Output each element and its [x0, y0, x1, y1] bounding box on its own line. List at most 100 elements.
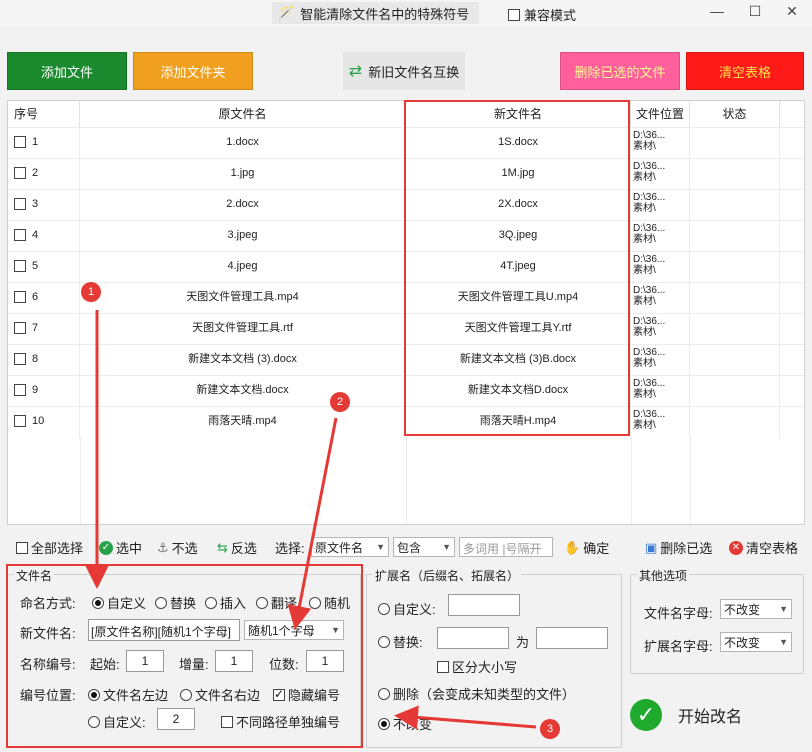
index-cell: 6	[8, 283, 80, 314]
mode-random-radio[interactable]: 随机	[309, 593, 350, 612]
index-cell: 4	[8, 221, 80, 252]
case-sensitive-checkbox[interactable]: 区分大小写	[437, 657, 517, 676]
new-name-cell: 2X.docx	[406, 190, 631, 221]
row-checkbox[interactable]	[14, 353, 26, 365]
add-file-button[interactable]: 添加文件	[7, 52, 127, 90]
new-name-input[interactable]: [原文件名称][随机1个字母]	[88, 619, 240, 641]
ext-custom-radio[interactable]: 自定义:	[378, 599, 436, 618]
magic-wand-icon: 🪄	[278, 5, 295, 20]
delete-selected-files-button[interactable]: 删除已选的文件	[560, 52, 680, 90]
table-row[interactable]: 9 新建文本文档.docx 新建文本文档D.docx D:\36... 素材\	[8, 375, 804, 407]
filename-case-select[interactable]: 不改变 ▼	[720, 599, 792, 619]
delete-selected-button[interactable]: ▣ 删除已选	[645, 538, 712, 557]
ext-replace-to-input[interactable]	[536, 627, 608, 649]
table-row[interactable]: 5 4.jpeg 4T.jpeg D:\36... 素材\	[8, 251, 804, 283]
table-row[interactable]: 3 2.docx 2X.docx D:\36... 素材\	[8, 189, 804, 221]
table-row[interactable]: 4 3.jpeg 3Q.jpeg D:\36... 素材\	[8, 220, 804, 252]
new-name-label: 新文件名:	[20, 626, 76, 641]
row-checkbox[interactable]	[14, 415, 26, 427]
unselect-button[interactable]: ⚓ 不选	[157, 538, 198, 557]
original-name-cell: 天图文件管理工具.mp4	[80, 283, 406, 314]
match-select[interactable]: 包含 ▼	[393, 537, 455, 557]
row-checkbox[interactable]	[14, 260, 26, 272]
keyword-input[interactable]: 多词用 |号隔开	[459, 537, 553, 557]
index-cell: 2	[8, 159, 80, 190]
position-right-radio[interactable]: 文件名右边	[180, 685, 260, 704]
invert-button[interactable]: ⇆ 反选	[217, 538, 257, 557]
row-checkbox[interactable]	[14, 136, 26, 148]
table-row[interactable]: 7 天图文件管理工具.rtf 天图文件管理工具Y.rtf D:\36... 素材\	[8, 313, 804, 345]
ext-delete-radio[interactable]: 删除（会变成未知类型的文件）	[378, 684, 575, 703]
ext-unchanged-radio[interactable]: 不改变	[378, 714, 432, 733]
window-delete-icon: ▣	[645, 539, 658, 555]
separate-path-checkbox[interactable]: 不同路径单独编号	[221, 712, 340, 731]
ext-case-select[interactable]: 不改变 ▼	[720, 632, 792, 652]
index-cell: 7	[8, 314, 80, 345]
table-row[interactable]: 1 1.docx 1S.docx D:\36... 素材\	[8, 127, 804, 159]
status-cell	[690, 221, 780, 252]
row-checkbox[interactable]	[14, 291, 26, 303]
row-number: 6	[32, 291, 39, 303]
new-name-rule-select[interactable]: 随机1个字母 ▼	[244, 620, 344, 640]
table-header: 序号 原文件名 新文件名 文件位置 状态	[8, 101, 804, 127]
file-table[interactable]: 序号 原文件名 新文件名 文件位置 状态 1 1.docx 1S.docx D:\36…	[7, 100, 805, 525]
app-title-area: 🪄 智能清除文件名中的特殊符号	[272, 2, 480, 24]
original-name-cell: 2.docx	[80, 190, 406, 221]
header-location[interactable]: 文件位置	[631, 101, 690, 127]
clear-table-button[interactable]: 清空表格	[686, 52, 804, 90]
status-cell	[690, 252, 780, 283]
location-cell: D:\36... 素材\	[631, 376, 690, 407]
chevron-down-icon: ▼	[376, 542, 385, 552]
header-index[interactable]: 序号	[8, 101, 80, 127]
checkbox-icon	[508, 8, 520, 21]
mode-insert-radio[interactable]: 插入	[205, 593, 246, 612]
maximize-icon[interactable]: ☐	[745, 3, 765, 20]
row-checkbox[interactable]	[14, 322, 26, 334]
field-select[interactable]: 原文件名 ▼	[311, 537, 389, 557]
row-checkbox[interactable]	[14, 167, 26, 179]
table-row[interactable]: 6 天图文件管理工具.mp4 天图文件管理工具U.mp4 D:\36... 素材\	[8, 282, 804, 314]
digits-input[interactable]: 1	[306, 650, 344, 672]
confirm-button[interactable]: ✋ 确定	[564, 538, 609, 557]
row-checkbox[interactable]	[14, 198, 26, 210]
row-checkbox[interactable]	[14, 384, 26, 396]
radio-icon	[155, 596, 167, 609]
radio-icon	[180, 688, 192, 701]
custom-position-input[interactable]: 2	[157, 708, 195, 730]
header-status[interactable]: 状态	[690, 101, 780, 127]
start-rename-button[interactable]: ✓ 开始改名	[630, 695, 790, 735]
clear-table-small-button[interactable]: ✕ 清空表格	[729, 538, 798, 557]
anchor-icon: ⚓	[157, 539, 169, 555]
position-custom-radio[interactable]: 自定义:	[88, 712, 146, 731]
mode-replace-radio[interactable]: 替换	[155, 593, 196, 612]
start-input[interactable]: 1	[126, 650, 164, 672]
position-left-radio[interactable]: 文件名左边	[88, 685, 168, 704]
radio-icon	[378, 635, 390, 648]
header-new-name[interactable]: 新文件名	[406, 101, 631, 127]
other-options-title: 其他选项	[637, 567, 690, 584]
hide-number-checkbox[interactable]: 隐藏编号	[273, 685, 340, 704]
annotation-badge-1: 1	[81, 282, 101, 302]
table-row[interactable]: 2 1.jpg 1M.jpg D:\36... 素材\	[8, 158, 804, 190]
header-original-name[interactable]: 原文件名	[80, 101, 406, 127]
select-all-checkbox[interactable]: 全部选择	[16, 538, 83, 557]
table-row[interactable]: 10 雨落天晴.mp4 雨落天晴H.mp4 D:\36... 素材\	[8, 406, 804, 438]
select-button[interactable]: ✓ 选中	[99, 538, 142, 557]
mode-translate-radio[interactable]: 翻译	[256, 593, 297, 612]
ext-replace-from-input[interactable]	[437, 627, 509, 649]
add-folder-button[interactable]: 添加文件夹	[133, 52, 253, 90]
compat-mode-checkbox[interactable]: 兼容模式	[508, 5, 576, 24]
annotation-badge-2: 2	[330, 392, 350, 412]
status-cell	[690, 345, 780, 376]
minimize-icon[interactable]: —	[707, 3, 727, 19]
swap-names-button[interactable]: ⇄ 新旧文件名互换	[343, 52, 465, 90]
ext-replace-radio[interactable]: 替换:	[378, 632, 423, 651]
checkbox-icon	[437, 660, 449, 673]
close-icon[interactable]: ✕	[782, 3, 802, 20]
step-input[interactable]: 1	[215, 650, 253, 672]
mode-custom-radio[interactable]: 自定义	[92, 593, 146, 612]
row-checkbox[interactable]	[14, 229, 26, 241]
check-circle-icon: ✓	[630, 699, 662, 731]
ext-custom-input[interactable]	[448, 594, 520, 616]
table-row[interactable]: 8 新建文本文档 (3).docx 新建文本文档 (3)B.docx D:\36...…	[8, 344, 804, 376]
